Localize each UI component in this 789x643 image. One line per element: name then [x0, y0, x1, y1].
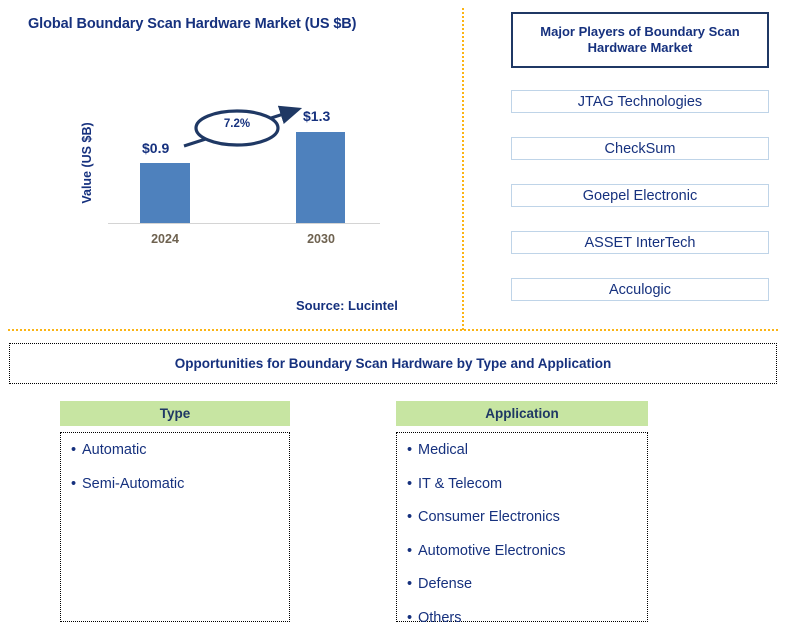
player-label: Goepel Electronic [582, 187, 698, 204]
player-label: ASSET InterTech [584, 234, 696, 251]
type-column-body: • Automatic • Semi-Automatic [60, 432, 290, 622]
bullet-icon: • [407, 509, 413, 525]
player-label: JTAG Technologies [577, 93, 703, 110]
list-item-label: IT & Telecom [418, 475, 503, 492]
list-item-label: Defense [418, 576, 473, 592]
list-item: • Defense [407, 577, 647, 592]
list-item-label: Automatic [82, 442, 147, 458]
market-chart-panel: Global Boundary Scan Hardware Market (US… [0, 0, 462, 329]
list-item: • IT & Telecom [407, 475, 647, 492]
type-column-header: Type [60, 401, 290, 426]
player-row[interactable]: ASSET InterTech [511, 231, 769, 254]
player-row[interactable]: JTAG Technologies [511, 90, 769, 113]
application-column-body: • Medical • IT & Telecom • Consumer Electro… [396, 432, 648, 625]
list-item: • Automotive Electronics [407, 542, 647, 559]
player-row[interactable]: Acculogic [511, 278, 769, 301]
list-item-label: Others [418, 609, 462, 626]
player-row[interactable]: Goepel Electronic [511, 184, 769, 207]
list-item: • Medical [407, 443, 647, 458]
player-row[interactable]: CheckSum [511, 137, 769, 160]
opportunities-banner: Opportunities for Boundary Scan Hardware… [9, 343, 777, 384]
bar-chart: Value (US $B) $0.9 2024 $1.3 2030 7.2% [0, 0, 462, 300]
bullet-icon: • [407, 576, 413, 592]
cagr-value-label: 7.2% [223, 118, 251, 130]
bullet-icon: • [71, 442, 77, 458]
chart-baseline [108, 223, 380, 224]
horizontal-divider [8, 329, 778, 331]
list-item-label: Semi-Automatic [82, 475, 185, 492]
application-column-header: Application [396, 401, 648, 426]
list-item-label: Medical [418, 442, 468, 458]
bullet-icon: • [71, 475, 77, 492]
major-players-panel: Major Players of Boundary Scan Hardware … [462, 0, 789, 329]
list-item-label: Automotive Electronics [418, 542, 566, 559]
player-label: CheckSum [604, 140, 676, 157]
bullet-icon: • [407, 442, 413, 458]
list-item: • Others [407, 609, 647, 626]
list-item-label: Consumer Electronics [418, 509, 560, 525]
major-players-title: Major Players of Boundary Scan Hardware … [511, 12, 769, 68]
list-item: • Automatic [71, 443, 289, 458]
list-item: • Semi-Automatic [71, 475, 289, 492]
player-label: Acculogic [608, 281, 672, 298]
bullet-icon: • [407, 475, 413, 492]
bar-value-2024: $0.9 [142, 140, 170, 156]
bullet-icon: • [407, 542, 413, 559]
chart-source-label: Source: Lucintel [296, 298, 398, 313]
y-axis-label: Value (US $B) [80, 122, 94, 204]
list-item: • Consumer Electronics [407, 510, 647, 525]
bar-2024 [140, 163, 190, 223]
bullet-icon: • [407, 609, 413, 626]
bar-category-2030: 2030 [307, 232, 335, 246]
bar-category-2024: 2024 [151, 232, 179, 246]
